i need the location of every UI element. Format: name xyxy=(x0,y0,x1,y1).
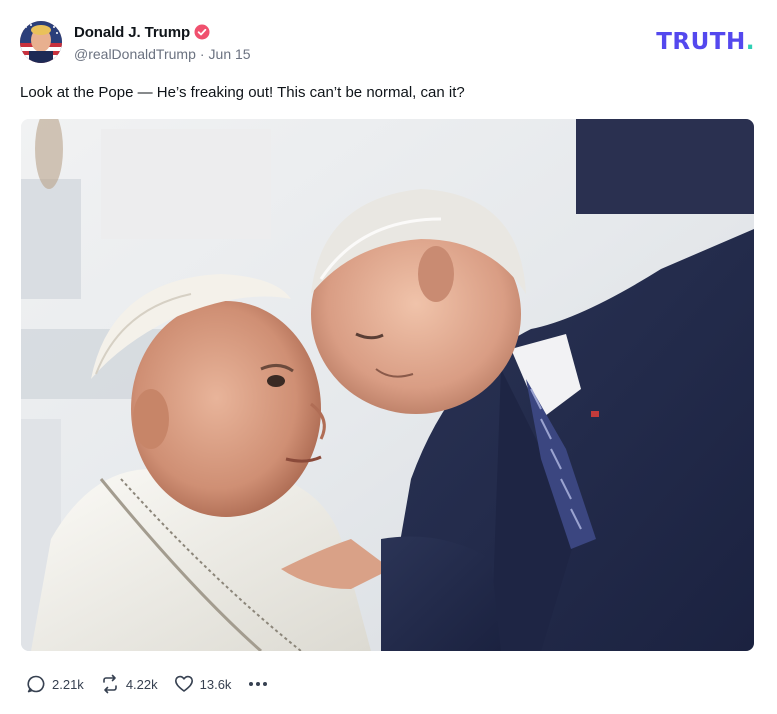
post-text: Look at the Pope — He’s freaking out! Th… xyxy=(20,84,465,101)
verified-badge-icon xyxy=(194,24,210,40)
more-icon xyxy=(249,682,254,686)
more-icon-dot xyxy=(263,682,268,686)
avatar-image xyxy=(20,21,62,63)
brand-dot: . xyxy=(745,29,755,55)
author-display-name[interactable]: Donald J. Trump xyxy=(74,24,190,41)
post-photo[interactable] xyxy=(21,119,754,651)
more-button[interactable] xyxy=(247,680,269,688)
truth-post: Donald J. Trump @realDonaldTrump · Jun 1… xyxy=(0,0,777,714)
post-date[interactable]: Jun 15 xyxy=(209,46,251,62)
reply-icon xyxy=(26,674,46,694)
avatar[interactable] xyxy=(20,21,62,63)
author-name-row: Donald J. Trump xyxy=(74,23,210,41)
truth-logo[interactable]: TRUTH. xyxy=(656,30,755,54)
like-button[interactable]: 13.6k xyxy=(174,674,232,694)
like-count: 13.6k xyxy=(199,676,232,692)
reply-button[interactable]: 2.21k xyxy=(26,674,84,694)
author-handle[interactable]: @realDonaldTrump xyxy=(74,46,196,62)
author-meta: @realDonaldTrump · Jun 15 xyxy=(74,46,251,62)
retruth-button[interactable]: 4.22k xyxy=(100,674,158,694)
retruth-icon xyxy=(100,674,120,694)
brand-wordmark: TRUTH xyxy=(656,29,746,55)
more-icon-dot xyxy=(256,682,261,686)
reply-count: 2.21k xyxy=(52,676,84,692)
heart-icon xyxy=(174,674,194,694)
photo-image xyxy=(21,119,754,651)
meta-separator: · xyxy=(199,46,205,62)
retruth-count: 4.22k xyxy=(125,676,158,692)
post-actions: 2.21k 4.22k 13.6k xyxy=(26,673,269,695)
